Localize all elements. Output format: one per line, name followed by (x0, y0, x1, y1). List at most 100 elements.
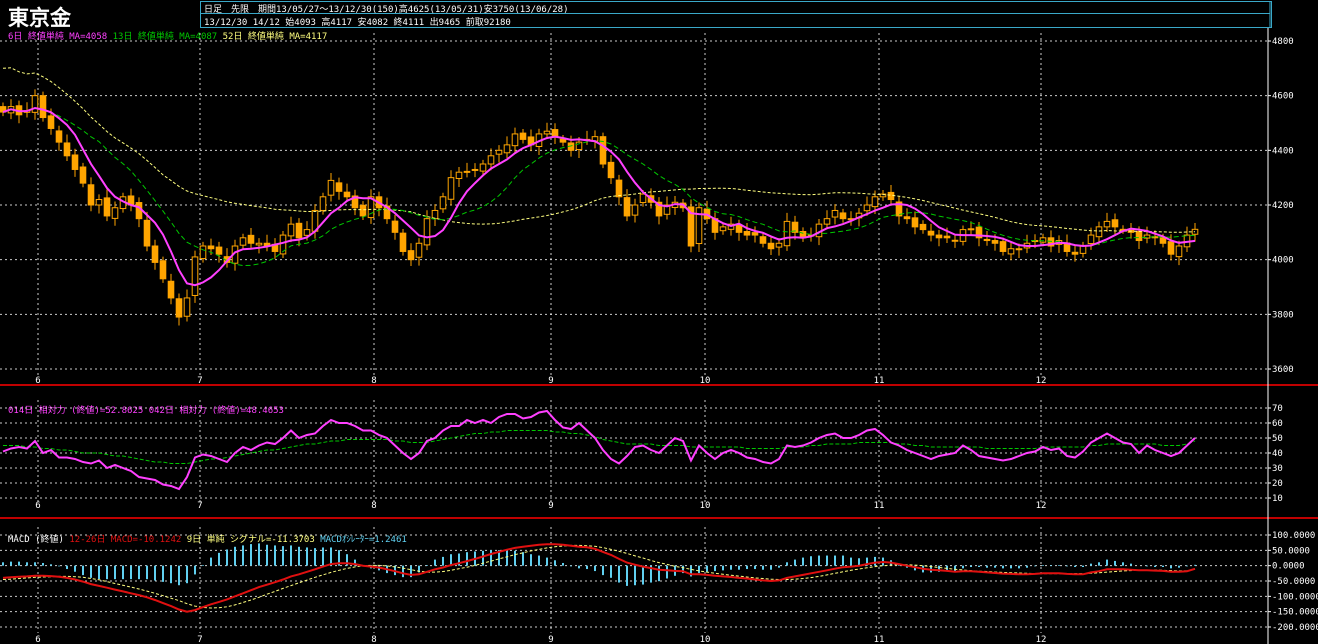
candle-body (295, 222, 303, 239)
y-tick-label: 4200 (1272, 201, 1294, 211)
candle-body (399, 232, 407, 252)
candle-body (871, 196, 879, 208)
x-tick-label: 7 (197, 501, 202, 511)
candle-body (783, 220, 791, 247)
candle-body (1175, 245, 1183, 258)
candle-body (247, 234, 255, 244)
y-tick-label: 4000 (1272, 256, 1294, 266)
ma13-line (2, 107, 1196, 267)
candle-body (319, 196, 327, 211)
panel-divider-2 (0, 517, 1318, 519)
candle-body (111, 207, 119, 219)
candle-body (639, 193, 647, 204)
candle-body (1039, 237, 1047, 243)
y-tick-label: 60 (1272, 419, 1283, 429)
signal-line (2, 544, 1196, 609)
y-tick-label: -100.0000 (1272, 592, 1318, 602)
ma6-line (2, 106, 1196, 287)
candle-body (951, 239, 959, 242)
candle-body (887, 191, 895, 201)
candle-body (1087, 234, 1095, 245)
candle-body (1167, 241, 1175, 255)
candle-body (439, 196, 447, 210)
candle-body (255, 242, 263, 246)
candle-body (1135, 231, 1143, 242)
x-tick-label: 9 (548, 501, 553, 511)
rsi42-line (3, 430, 1196, 464)
x-tick-label: 7 (197, 376, 202, 386)
candle-body (1007, 248, 1015, 255)
x-tick-label: 9 (548, 376, 553, 386)
candle-body (31, 95, 39, 113)
candle-body (39, 95, 47, 119)
candle-body (407, 250, 415, 261)
candle-body (919, 223, 927, 231)
y-tick-label: 70 (1272, 404, 1283, 414)
candle-body (559, 138, 567, 143)
candle-body (447, 177, 455, 200)
y-tick-label: 4600 (1272, 92, 1294, 102)
candle-body (519, 132, 527, 140)
candle-body (359, 204, 367, 217)
y-tick-label: 20 (1272, 479, 1283, 489)
candle-body (239, 237, 247, 246)
x-tick-label: 8 (371, 376, 376, 386)
candle-body (63, 142, 71, 157)
candle-body (167, 280, 175, 299)
candle-body (175, 298, 183, 318)
y-tick-label: 3800 (1272, 310, 1294, 320)
candle-body (1015, 248, 1023, 251)
candle-body (935, 234, 943, 239)
y-tick-label: 10 (1272, 494, 1283, 504)
x-tick-label: 10 (700, 501, 711, 511)
candle-body (55, 130, 63, 143)
candle-body (831, 209, 839, 218)
candle-body (503, 144, 511, 154)
y-tick-label: 50 (1272, 434, 1283, 444)
x-tick-label: 6 (35, 376, 40, 386)
candle-body (415, 242, 423, 258)
candle-body (207, 245, 215, 250)
y-tick-label: 4800 (1272, 37, 1294, 47)
x-tick-label: 11 (874, 501, 885, 511)
y-tick-label: 30 (1272, 464, 1283, 474)
x-tick-label: 6 (35, 501, 40, 511)
candle-body (335, 182, 343, 192)
x-tick-label: 10 (700, 635, 711, 644)
candle-body (943, 235, 951, 239)
candle-body (47, 115, 55, 129)
candle-body (551, 129, 559, 138)
candle-body (423, 218, 431, 246)
y-tick-label: 0.0000 (1272, 562, 1305, 572)
x-tick-label: 12 (1036, 635, 1047, 644)
candle-body (927, 230, 935, 236)
y-tick-label: 50.0000 (1272, 546, 1310, 556)
candle-body (471, 168, 479, 171)
y-tick-label: 4400 (1272, 146, 1294, 156)
y-tick-label: 3600 (1272, 365, 1294, 375)
y-tick-label: -50.0000 (1272, 577, 1315, 587)
candle-body (991, 240, 999, 244)
x-tick-label: 9 (548, 635, 553, 644)
y-tick-label: -150.0000 (1272, 608, 1318, 618)
x-tick-label: 6 (35, 635, 40, 644)
candle-body (839, 212, 847, 220)
candle-body (135, 202, 143, 220)
candle-body (303, 229, 311, 236)
candle-body (79, 166, 87, 184)
candle-body (775, 242, 783, 248)
candle-body (767, 242, 775, 250)
candle-body (751, 232, 759, 236)
candle-body (983, 238, 991, 242)
y-tick-label: 40 (1272, 449, 1283, 459)
candle-body (463, 170, 471, 173)
x-tick-label: 11 (874, 635, 885, 644)
candle-body (631, 204, 639, 216)
candle-body (1159, 237, 1167, 244)
candle-body (543, 130, 551, 135)
candle-body (1095, 226, 1103, 238)
candle-body (759, 236, 767, 244)
candle-body (823, 218, 831, 225)
x-tick-label: 12 (1036, 501, 1047, 511)
candle-body (183, 297, 191, 317)
